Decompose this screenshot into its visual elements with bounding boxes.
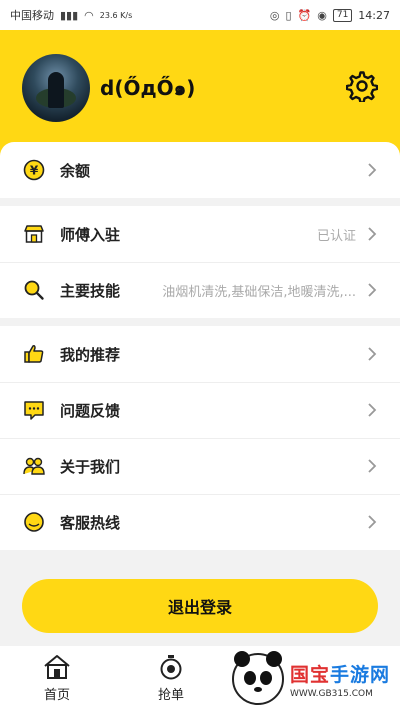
chevron-right-icon bbox=[368, 227, 377, 241]
balance-label: 余额 bbox=[60, 161, 91, 180]
avatar[interactable] bbox=[22, 54, 90, 122]
watermark-url: WWW.GB315.COM bbox=[290, 688, 373, 699]
menu-item-skills[interactable]: 主要技能 油烟机清洗,基础保洁,地暖清洗,... bbox=[0, 262, 400, 318]
svg-text:¥: ¥ bbox=[30, 164, 39, 178]
gear-icon[interactable] bbox=[346, 70, 378, 102]
search-icon bbox=[22, 278, 46, 302]
verified-status: 已认证 bbox=[316, 228, 356, 244]
yuan-coin-icon: ¥ bbox=[22, 158, 46, 182]
chevron-right-icon bbox=[368, 163, 377, 177]
message-icon bbox=[22, 398, 46, 422]
thumbs-up-icon bbox=[22, 342, 46, 366]
home-icon bbox=[44, 654, 70, 679]
menu-item-feedback[interactable]: 问题反馈 bbox=[0, 382, 400, 438]
battery-indicator: 71 bbox=[332, 8, 353, 22]
carrier-label: 中国移动 bbox=[10, 9, 54, 22]
chevron-right-icon bbox=[368, 347, 377, 361]
hotline-label: 客服热线 bbox=[60, 513, 121, 532]
wifi-icon: ◠ bbox=[84, 8, 94, 22]
username: d(ŐдŐ๑) bbox=[100, 76, 196, 100]
skills-value: 油烟机清洗,基础保洁,地暖清洗,... bbox=[162, 284, 356, 300]
vibrate-icon: ▯ bbox=[285, 8, 292, 22]
master-label: 师傅入驻 bbox=[60, 225, 121, 244]
chevron-right-icon bbox=[368, 515, 377, 529]
tab-grab-order-label: 抢单 bbox=[157, 687, 184, 703]
menu-item-recommend[interactable]: 我的推荐 bbox=[0, 326, 400, 382]
menu-item-about[interactable]: 关于我们 bbox=[0, 438, 400, 494]
headset-icon: ◎ bbox=[269, 8, 280, 22]
stopwatch-icon bbox=[160, 654, 182, 679]
signal-icon: ▮▮▮ bbox=[60, 8, 79, 22]
tab-home-label: 首页 bbox=[43, 687, 70, 703]
skills-label: 主要技能 bbox=[60, 281, 121, 300]
location-icon: ◉ bbox=[317, 8, 327, 22]
network-speed: 23.6 K/s bbox=[99, 10, 133, 20]
menu-item-hotline[interactable]: 客服热线 bbox=[0, 494, 400, 550]
panda-logo bbox=[232, 651, 284, 705]
menu-item-master[interactable]: 师傅入驻 已认证 bbox=[0, 206, 400, 262]
headset-icon bbox=[22, 510, 46, 534]
chevron-right-icon bbox=[368, 403, 377, 417]
chevron-right-icon bbox=[368, 283, 377, 297]
about-label: 关于我们 bbox=[60, 457, 121, 476]
recommend-label: 我的推荐 bbox=[60, 345, 121, 364]
watermark-title-b: 手游网 bbox=[330, 663, 391, 686]
master-card: 师傅入驻 已认证 主要技能 油烟机清洗,基础保洁,地暖清洗,... bbox=[0, 206, 400, 318]
menu-item-balance[interactable]: ¥ 余额 bbox=[0, 142, 400, 198]
shop-icon bbox=[22, 222, 46, 246]
tab-home[interactable]: 首页 bbox=[0, 646, 114, 710]
clock: 14:27 bbox=[358, 8, 390, 22]
settings-card: 我的推荐 问题反馈 关于我们 客服热线 bbox=[0, 326, 400, 550]
site-watermark: 国宝手游网 WWW.GB315.COM bbox=[232, 648, 400, 710]
alarm-icon: ⏰ bbox=[297, 8, 312, 22]
tab-grab-order[interactable]: 抢单 bbox=[114, 646, 228, 710]
watermark-title-a: 国宝 bbox=[290, 663, 331, 686]
chevron-right-icon bbox=[368, 459, 377, 473]
feedback-label: 问题反馈 bbox=[60, 401, 121, 420]
balance-card: ¥ 余额 bbox=[0, 142, 400, 198]
people-icon bbox=[22, 454, 46, 478]
logout-button[interactable]: 退出登录 bbox=[22, 579, 378, 633]
status-bar: 中国移动 ▮▮▮ ◠ 23.6 K/s ◎ ▯ ⏰ ◉ 71 14:27 bbox=[0, 0, 400, 30]
